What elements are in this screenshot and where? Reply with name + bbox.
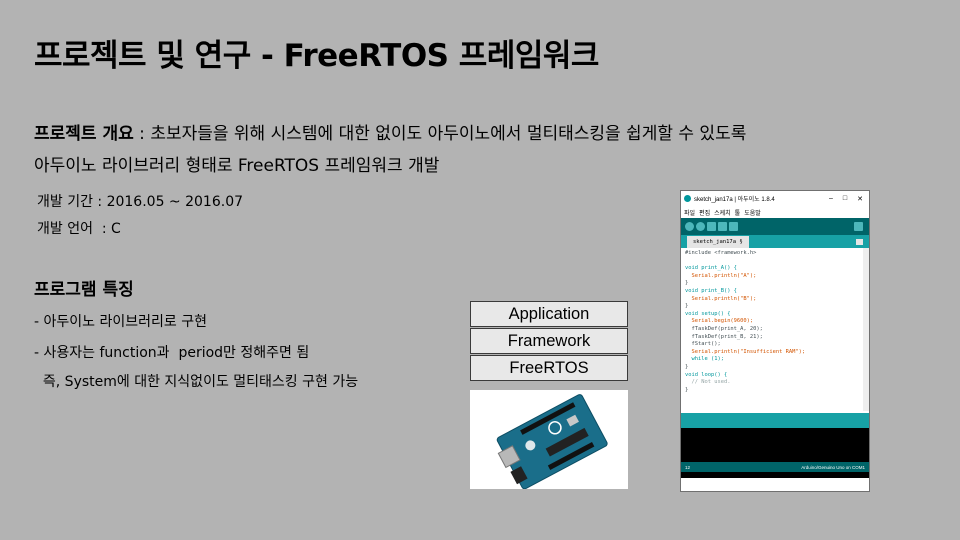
code-line: void loop() { <box>685 371 728 378</box>
code-line: fTaskDef(print_A, 20); <box>685 325 763 332</box>
code-line: // Not used. <box>685 379 731 386</box>
development-language: 개발 언어 : C <box>37 221 121 237</box>
board-port-label: Arduino/Genuino Uno on COM1 <box>801 464 865 470</box>
menu-tools[interactable]: 툴 <box>735 208 741 217</box>
stack-layer-freertos: FreeRTOS <box>470 355 628 381</box>
code-line: } <box>685 280 689 287</box>
architecture-stack: Application Framework FreeRTOS <box>470 301 628 382</box>
open-sketch-icon[interactable] <box>718 222 727 231</box>
minimize-icon[interactable]: – <box>829 195 833 203</box>
overview-label: 프로젝트 개요 <box>34 124 134 144</box>
feature-item: - 아두이노 라이브러리로 구현 <box>34 314 207 330</box>
code-line: } <box>685 303 689 310</box>
code-line: Serial.begin(9600); <box>685 318 754 325</box>
code-line: void print_B() { <box>685 287 737 294</box>
menu-edit[interactable]: 편집 <box>699 208 710 217</box>
page-title: 프로젝트 및 연구 - FreeRTOS 프레임워크 <box>34 38 599 74</box>
arduino-board-icon <box>496 394 608 490</box>
slide: 프로젝트 및 연구 - FreeRTOS 프레임워크 프로젝트 개요 : 초보자… <box>0 0 960 540</box>
project-overview: 프로젝트 개요 : 초보자들을 위해 시스템에 대한 없이도 아두이노에서 멀티… <box>34 118 746 182</box>
line-number: 12 <box>685 464 691 470</box>
ide-title-bar: sketch_jan17a | 아두이노 1.8.4 – □ ✕ <box>681 191 869 206</box>
ide-menu-bar: 파일 편집 스케치 툴 도움말 <box>681 206 869 218</box>
code-line: void setup() { <box>685 310 731 317</box>
arduino-ide-window: sketch_jan17a | 아두이노 1.8.4 – □ ✕ 파일 편집 스… <box>680 190 870 492</box>
feature-item: - 사용자는 function과 period만 정해주면 됨 <box>34 345 310 361</box>
ide-status-bar <box>681 413 869 428</box>
development-period: 개발 기간 : 2016.05 ~ 2016.07 <box>37 194 244 210</box>
ide-toolbar <box>681 218 869 235</box>
arduino-logo-icon <box>684 195 691 202</box>
code-line: Serial.println("A"); <box>685 272 757 279</box>
code-line: Serial.println("B"); <box>685 295 757 302</box>
code-line: Serial.println("Insufficient RAM"); <box>685 348 806 355</box>
maximize-icon[interactable]: □ <box>843 195 847 203</box>
upload-icon[interactable] <box>696 222 705 231</box>
overview-separator: : <box>133 124 151 144</box>
serial-monitor-icon[interactable] <box>854 222 863 231</box>
code-line: #include <framework.h> <box>685 250 757 256</box>
feature-item: 즉, System에 대한 지식없이도 멀티태스킹 구현 가능 <box>34 374 359 390</box>
tab-sketch[interactable]: sketch_jan17a § <box>687 236 749 248</box>
code-line: } <box>685 386 689 393</box>
code-editor[interactable]: #include <framework.h> void print_A() { … <box>681 248 869 413</box>
overview-line-2: 아두이노 라이브러리 형태로 FreeRTOS 프레임워크 개발 <box>34 156 440 176</box>
close-icon[interactable]: ✕ <box>857 195 863 203</box>
menu-sketch[interactable]: 스케치 <box>714 208 731 217</box>
stack-layer-framework: Framework <box>470 328 628 354</box>
menu-file[interactable]: 파일 <box>684 208 695 217</box>
ide-footer: 12 Arduino/Genuino Uno on COM1 <box>681 462 869 472</box>
stack-layer-application: Application <box>470 301 628 327</box>
code-line: fStart(); <box>685 341 721 348</box>
new-sketch-icon[interactable] <box>707 222 716 231</box>
arduino-board-photo <box>470 390 628 490</box>
save-sketch-icon[interactable] <box>729 222 738 231</box>
code-line: } <box>685 363 689 370</box>
overview-line-1: 초보자들을 위해 시스템에 대한 없이도 아두이노에서 멀티태스킹을 쉽게할 수… <box>150 124 747 144</box>
features-heading: 프로그램 특징 <box>34 280 134 300</box>
code-lines: #include <framework.h> void print_A() { … <box>685 250 869 394</box>
ide-console <box>681 428 869 462</box>
tab-menu-icon[interactable] <box>856 239 863 245</box>
menu-help[interactable]: 도움말 <box>744 208 761 217</box>
verify-icon[interactable] <box>685 222 694 231</box>
editor-scrollbar[interactable] <box>863 248 869 411</box>
code-line: fTaskDef(print_B, 21); <box>685 333 763 340</box>
code-line: while (1); <box>685 356 724 363</box>
ide-window-title: sketch_jan17a | 아두이노 1.8.4 <box>694 197 775 203</box>
ide-bottom-strip <box>681 472 869 478</box>
ide-tab-bar: sketch_jan17a § <box>681 235 869 248</box>
code-line: void print_A() { <box>685 265 737 272</box>
